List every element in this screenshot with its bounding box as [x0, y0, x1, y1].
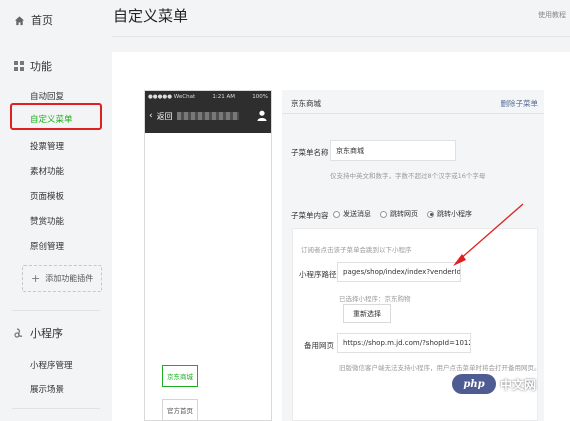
- sidebar-item-original[interactable]: 原创管理: [30, 240, 64, 252]
- menu-button-jd[interactable]: 京东商城: [162, 365, 198, 387]
- header-divider: [112, 36, 570, 37]
- sidebar-item-reward[interactable]: 赞赏功能: [30, 215, 64, 227]
- radio-jump-mini[interactable]: 跳转小程序: [427, 209, 472, 219]
- phone-nav: ‹ 返回: [149, 110, 267, 122]
- battery-text: 100%: [252, 94, 268, 100]
- sidebar-divider: [12, 310, 100, 311]
- editor-header: 京东商城 删除子菜单: [282, 90, 544, 114]
- menu-editor: 京东商城 删除子菜单 子菜单名称 京东商城 仅支持中英文和数字，字数不超过8个汉…: [282, 90, 544, 421]
- radio-circle-icon: [380, 210, 387, 218]
- radio-label: 跳转网页: [390, 210, 418, 218]
- grid-icon: [14, 61, 24, 71]
- sidebar-home-label: 首页: [31, 14, 53, 27]
- submenu-name-input[interactable]: 京东商城: [330, 140, 456, 161]
- radio-label: 发送消息: [343, 210, 371, 218]
- back-label: 返回: [156, 111, 173, 121]
- watermark: php 中文网: [452, 374, 536, 394]
- name-hint: 仅支持中英文和数字，字数不超过8个汉字或16个字母: [330, 172, 486, 180]
- sidebar-item-scene[interactable]: 展示场景: [30, 383, 64, 395]
- sidebar-item-vote[interactable]: 投票管理: [30, 140, 64, 152]
- phone-header: ●●●●● WeChat 1:21 AM 100% ‹ 返回: [145, 91, 271, 133]
- reselect-button[interactable]: 重新选择: [343, 304, 391, 323]
- backup-label: 备用网页: [304, 341, 334, 350]
- path-label: 小程序路径: [299, 270, 337, 279]
- sidebar-item-page-template[interactable]: 页面模板: [30, 190, 64, 202]
- mini-program-icon: [14, 327, 23, 338]
- editor-menu-name: 京东商城: [291, 99, 321, 108]
- highlight-box: [10, 103, 102, 130]
- back-chevron-icon: ‹: [149, 111, 153, 121]
- sidebar-section-function: 功能: [14, 58, 52, 74]
- backup-hint: 旧版微信客户端无法支持小程序，用户点击菜单时将会打开备用网页。: [339, 364, 541, 372]
- time-text: 1:21 AM: [212, 94, 235, 100]
- sidebar: 首页 功能 自动回复 自定义菜单 投票管理 素材功能 页面模板 赞赏功能 原创管…: [0, 0, 112, 421]
- radio-jump-web[interactable]: 跳转网页: [380, 209, 418, 219]
- sidebar-mini-title: 小程序: [30, 327, 63, 340]
- add-plugin-button[interactable]: + 添加功能插件: [22, 265, 102, 292]
- sidebar-item-auto-reply[interactable]: 自动回复: [30, 90, 64, 102]
- plus-icon: +: [31, 272, 41, 285]
- content-label: 子菜单内容: [291, 211, 329, 220]
- carrier-text: ●●●●● WeChat: [148, 94, 196, 100]
- sub-hint: 订阅者点击该子菜单会跳到以下小程序: [301, 246, 412, 254]
- radio-checked-icon: [427, 210, 434, 218]
- sidebar-function-title: 功能: [30, 60, 52, 73]
- radio-circle-icon: [333, 210, 340, 218]
- sidebar-item-home[interactable]: 首页: [14, 12, 53, 28]
- sidebar-divider: [12, 408, 100, 409]
- delete-submenu-link[interactable]: 删除子菜单: [501, 98, 539, 109]
- watermark-text: 中文网: [500, 377, 537, 392]
- person-icon: [257, 110, 267, 121]
- status-bar: ●●●●● WeChat 1:21 AM 100%: [148, 94, 268, 100]
- mini-path-input[interactable]: pages/shop/index/index?venderId=1012: [337, 262, 461, 282]
- sidebar-item-material[interactable]: 素材功能: [30, 165, 64, 177]
- name-label: 子菜单名称: [291, 148, 329, 157]
- php-logo: php: [452, 374, 496, 394]
- menu-button-home[interactable]: 官方首页: [162, 399, 198, 421]
- content-radio-group: 发送消息 跳转网页 跳转小程序: [333, 209, 472, 219]
- page-title: 自定义菜单: [113, 7, 189, 25]
- help-link[interactable]: 使用教程: [538, 10, 566, 20]
- add-plugin-label: 添加功能插件: [45, 274, 94, 283]
- home-icon: [14, 15, 25, 25]
- blurred-account-name: [176, 112, 239, 120]
- sidebar-item-mini-manage[interactable]: 小程序管理: [30, 359, 73, 371]
- selected-mini-info: 已选择小程序：京东购物: [339, 295, 411, 303]
- sidebar-section-mini: 小程序: [14, 325, 63, 341]
- radio-send-message[interactable]: 发送消息: [333, 209, 371, 219]
- radio-label: 跳转小程序: [437, 210, 472, 218]
- backup-url-input[interactable]: https://shop.m.jd.com/?shopId=10124: [337, 333, 471, 353]
